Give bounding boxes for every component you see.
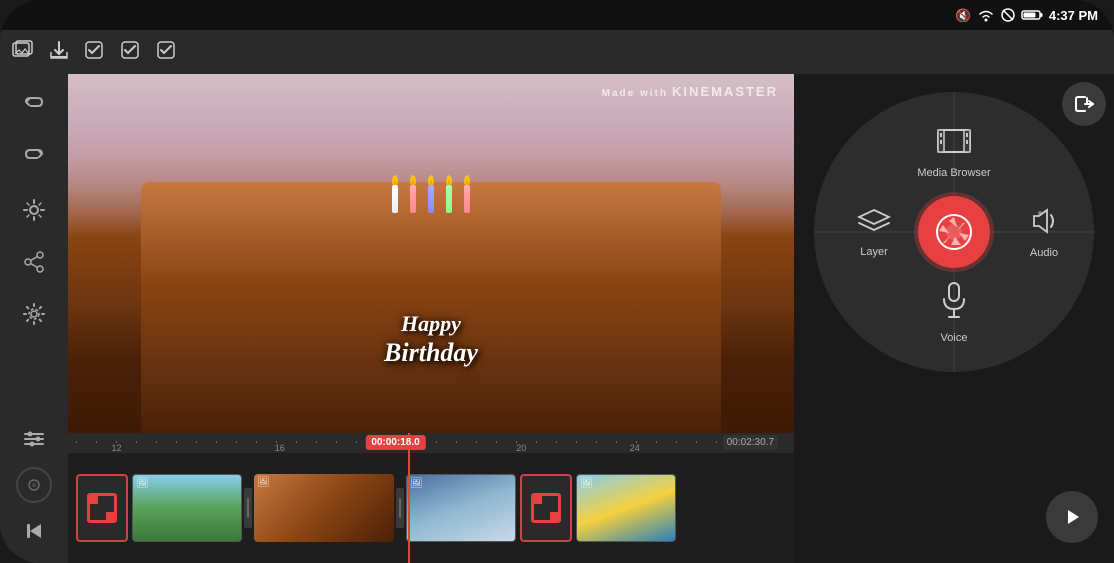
radial-menu: Media Browser Layer	[814, 92, 1094, 372]
current-time-badge: 00:00:18.0	[365, 435, 425, 450]
clip-red-corner2-br	[550, 512, 560, 522]
svg-text:🔇: 🔇	[955, 8, 971, 22]
checkbox3-icon[interactable]	[156, 40, 176, 65]
candle-3	[428, 175, 434, 213]
cake-base	[141, 182, 722, 433]
audio-icon	[1029, 206, 1059, 243]
media-browser-label: Media Browser	[917, 167, 990, 179]
clip-overlay-red2[interactable]	[520, 474, 572, 542]
flame-4	[446, 175, 452, 185]
audio-button[interactable]: Audio	[1014, 202, 1074, 262]
flame-5	[464, 175, 470, 185]
flame-3	[428, 175, 434, 185]
body-5	[464, 185, 470, 213]
voice-label: Voice	[941, 332, 968, 344]
timeline-area: 12 16 20 24 00:00:18.0 00:02:30.7	[68, 433, 794, 563]
status-time: 4:37 PM	[1049, 8, 1098, 23]
layer-label: Layer	[860, 246, 888, 258]
ruler-mark-12: 12	[112, 443, 122, 453]
separator-1	[244, 488, 252, 528]
flame-2	[410, 175, 416, 185]
watermark: Made with KINEMASTER	[602, 84, 778, 99]
shutter-icon	[935, 213, 973, 251]
clip-family[interactable]: 🖼	[406, 474, 516, 542]
ruler-container: 12 16 20 24 00:00:18.0 00:02:30.7	[76, 433, 786, 453]
go-to-start-button[interactable]	[10, 507, 58, 555]
layer-adjust-button[interactable]	[10, 415, 58, 463]
candle-2	[410, 175, 416, 213]
candle-5	[464, 175, 470, 213]
redo-button[interactable]	[10, 134, 58, 182]
photo-icon-beach: 🖼	[580, 478, 593, 489]
status-bar: 🔇 4:37 PM	[0, 0, 1114, 30]
play-button[interactable]	[1046, 491, 1098, 543]
birthday-text: Happy Birthday	[384, 311, 478, 369]
effects-button[interactable]	[10, 186, 58, 234]
mute-icon: 🔇	[955, 8, 971, 22]
clip-red-corner-br	[106, 512, 116, 522]
layer-icon	[857, 207, 891, 242]
clip-beach[interactable]: 🖼	[576, 474, 676, 542]
clip-overlay-red[interactable]	[76, 474, 128, 542]
left-sidebar	[0, 74, 68, 563]
separator-2	[396, 488, 404, 528]
ruler-mark-16: 16	[275, 443, 285, 453]
clip-red-box2	[531, 493, 561, 523]
wifi-icon	[977, 8, 995, 22]
undo-button[interactable]	[10, 82, 58, 130]
main-content: Made with KINEMASTER Happy Birthday	[0, 74, 1114, 563]
right-panel: Media Browser Layer	[794, 74, 1114, 563]
camera-side-button[interactable]	[16, 467, 52, 503]
ruler-mark-20: 20	[516, 443, 526, 453]
body-3	[428, 185, 434, 213]
audio-label: Audio	[1030, 247, 1058, 259]
body-1	[392, 185, 398, 213]
candle-4	[446, 175, 452, 213]
film-icon	[936, 126, 972, 163]
candle-1	[392, 175, 398, 213]
device-frame: 🔇 4:37 PM	[0, 0, 1114, 563]
flame-1	[392, 175, 398, 185]
battery-icon	[1021, 9, 1043, 21]
photo-icon-birthday: 🖼	[257, 477, 270, 488]
top-toolbar	[0, 30, 1114, 74]
play-icon	[1060, 505, 1084, 529]
watermark-pre: Made with	[602, 88, 668, 99]
birthday-text-container: Happy Birthday	[384, 311, 478, 369]
share-button[interactable]	[10, 238, 58, 286]
status-icons: 🔇 4:37 PM	[955, 8, 1098, 23]
checkbox2-icon[interactable]	[120, 40, 140, 65]
ruler-mark-24: 24	[630, 443, 640, 453]
layer-button[interactable]: Layer	[834, 202, 914, 262]
clip-red-corner-tl	[88, 494, 98, 504]
timeline-tracks[interactable]: 🖼 🖼 🖼	[68, 453, 794, 563]
preview-area[interactable]: Made with KINEMASTER Happy Birthday	[68, 74, 794, 433]
photo-icon-outdoor: 🖼	[136, 478, 149, 489]
media-browser-button[interactable]: Media Browser	[904, 112, 1004, 192]
download-icon[interactable]	[50, 40, 68, 65]
photo-library-icon[interactable]	[12, 40, 34, 65]
microphone-icon	[939, 281, 969, 328]
clip-red-box	[87, 493, 117, 523]
body-4	[446, 185, 452, 213]
total-time-badge: 00:02:30.7	[723, 435, 778, 450]
record-button[interactable]	[918, 196, 990, 268]
timeline-ruler: 12 16 20 24 00:00:18.0 00:02:30.7	[68, 433, 794, 453]
ruler-dots	[76, 441, 786, 443]
clip-birthday-active[interactable]: 🖼	[254, 474, 394, 542]
birthday-line2: Birthday	[384, 337, 478, 368]
clip-red-corner2-tl	[532, 494, 542, 504]
candles	[392, 175, 470, 213]
photo-icon-family: 🖼	[410, 478, 423, 489]
voice-button[interactable]: Voice	[914, 272, 994, 352]
settings-button[interactable]	[10, 290, 58, 338]
playhead-line	[408, 433, 410, 563]
clip-outdoor[interactable]: 🖼	[132, 474, 242, 542]
center-area: Made with KINEMASTER Happy Birthday	[68, 74, 794, 563]
watermark-brand: KINEMASTER	[672, 84, 778, 99]
blocked-icon	[1001, 8, 1015, 22]
birthday-line1: Happy	[384, 311, 478, 337]
body-2	[410, 185, 416, 213]
checkbox1-icon[interactable]	[84, 40, 104, 65]
